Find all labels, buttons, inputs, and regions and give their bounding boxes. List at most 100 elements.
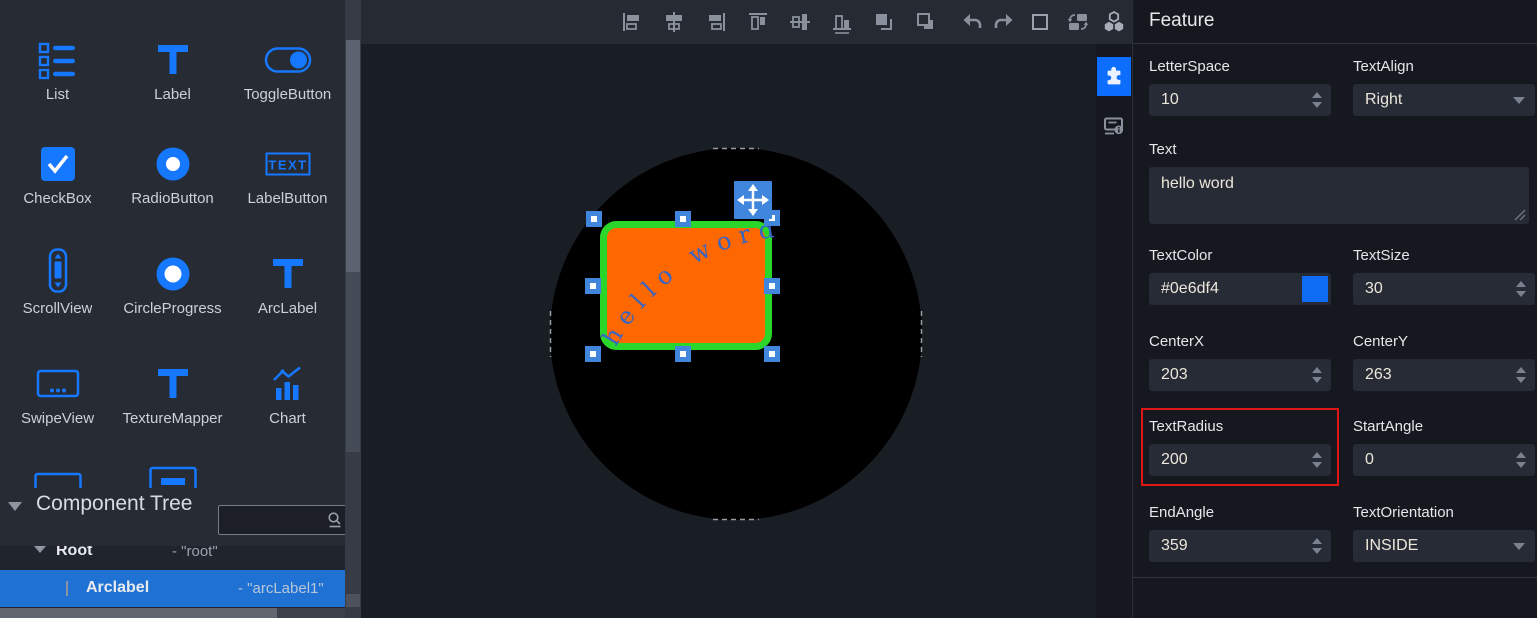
resize-grip-icon[interactable] xyxy=(1514,209,1526,221)
field-endangle: EndAngle xyxy=(1149,504,1331,562)
palette-item-chart[interactable]: Chart xyxy=(230,358,345,427)
node-graph-button[interactable] xyxy=(1096,0,1132,44)
endangle-stepper[interactable] xyxy=(1312,538,1322,554)
centery-input[interactable] xyxy=(1353,359,1535,391)
palette-item-scrollview[interactable]: ScrollView xyxy=(0,248,115,317)
selection-frame-icon[interactable] xyxy=(1028,10,1052,34)
centerx-input[interactable] xyxy=(1149,359,1331,391)
labelbutton-icon-text: TEXT xyxy=(268,158,307,173)
tree-scrollbar-thumb[interactable] xyxy=(346,594,360,607)
endangle-label: EndAngle xyxy=(1149,504,1331,521)
tree-hscrollbar-track xyxy=(0,608,345,618)
textsize-input[interactable] xyxy=(1353,273,1535,305)
field-startangle: StartAngle xyxy=(1353,418,1535,476)
bring-forward-icon[interactable] xyxy=(872,10,896,34)
undo-icon[interactable] xyxy=(960,10,984,34)
field-textalign: TextAlign Right xyxy=(1353,58,1535,116)
node-graph-icon xyxy=(1102,10,1126,34)
field-centerx: CenterX xyxy=(1149,333,1331,391)
canvas-toolbar xyxy=(361,0,1096,44)
feature-panel-title: Feature xyxy=(1149,10,1214,32)
tree-indent-bar xyxy=(66,581,68,596)
textalign-value: Right xyxy=(1365,91,1402,109)
textradius-label: TextRadius xyxy=(1149,418,1331,435)
swap-order-icon[interactable] xyxy=(1066,10,1090,34)
startangle-stepper[interactable] xyxy=(1516,452,1526,468)
palette-item-label: RadioButton xyxy=(131,190,214,207)
text-label: Text xyxy=(1149,141,1529,158)
align-vertical-center-icon[interactable] xyxy=(788,10,812,34)
palette-item-list[interactable]: List xyxy=(0,34,115,103)
textorientation-value: INSIDE xyxy=(1365,537,1418,555)
startangle-input[interactable] xyxy=(1353,444,1535,476)
scrollbar-segment xyxy=(346,272,360,452)
radio-icon xyxy=(153,138,193,184)
textcolor-label: TextColor xyxy=(1149,247,1331,264)
tree-row-arclabel[interactable]: Arclabel - "arcLabel1" xyxy=(0,570,345,607)
chevron-down-icon xyxy=(1513,97,1525,104)
palette-item-label: TextureMapper xyxy=(122,410,222,427)
tree-search-box xyxy=(218,505,345,535)
palette-row-clipped xyxy=(0,466,345,488)
palette-item-label: SwipeView xyxy=(21,410,94,427)
textradius-input[interactable] xyxy=(1149,444,1331,476)
palette-scrollbar-thumb[interactable] xyxy=(346,40,360,272)
tree-row-name: Arclabel xyxy=(86,579,149,597)
design-canvas[interactable] xyxy=(361,44,1096,618)
labelbutton-icon: TEXT xyxy=(265,138,311,184)
align-right-icon[interactable] xyxy=(704,10,728,34)
arclabel-icon xyxy=(268,248,308,294)
tree-hscrollbar-thumb[interactable] xyxy=(0,608,277,618)
text-textarea[interactable]: hello word xyxy=(1149,167,1529,224)
palette-item-arclabel[interactable]: ArcLabel xyxy=(230,248,345,317)
letterspace-stepper[interactable] xyxy=(1312,92,1322,108)
palette-item-label[interactable]: Label xyxy=(115,34,230,103)
palette-item-texturemapper[interactable]: TextureMapper xyxy=(115,358,230,427)
centery-input-box xyxy=(1353,359,1535,391)
textsize-label: TextSize xyxy=(1353,247,1535,264)
field-textsize: TextSize xyxy=(1353,247,1535,305)
palette-item-clipped[interactable] xyxy=(115,466,230,488)
textradius-stepper[interactable] xyxy=(1312,452,1322,468)
chevron-down-icon xyxy=(34,546,46,553)
startangle-input-box xyxy=(1353,444,1535,476)
letterspace-input[interactable] xyxy=(1149,84,1331,116)
search-icon[interactable] xyxy=(325,510,345,530)
centery-stepper[interactable] xyxy=(1516,367,1526,383)
palette-row: CheckBox RadioButton TEXT LabelButton xyxy=(0,138,345,207)
property-info-button[interactable] xyxy=(1102,113,1126,137)
palette-item-togglebutton[interactable]: ToggleButton xyxy=(230,34,345,103)
tree-row-suffix: - "arcLabel1" xyxy=(238,580,324,597)
palette-item-circleprogress[interactable]: CircleProgress xyxy=(115,248,230,317)
align-top-icon[interactable] xyxy=(746,10,770,34)
redo-icon[interactable] xyxy=(992,10,1016,34)
plugin-panel-button[interactable] xyxy=(1097,57,1131,96)
textalign-select[interactable]: Right xyxy=(1353,84,1535,116)
feature-panel: Feature LetterSpace TextAlign Right Text… xyxy=(1132,0,1537,618)
centerx-stepper[interactable] xyxy=(1312,367,1322,383)
palette-item-clipped[interactable] xyxy=(0,466,115,488)
textsize-stepper[interactable] xyxy=(1516,281,1526,297)
component-tree-header: Component Tree xyxy=(0,488,345,546)
field-textorientation: TextOrientation INSIDE xyxy=(1353,504,1535,562)
endangle-input[interactable] xyxy=(1149,530,1331,562)
tree-search-input[interactable] xyxy=(219,512,325,528)
checkbox-icon xyxy=(38,138,78,184)
send-backward-icon[interactable] xyxy=(914,10,938,34)
align-left-icon[interactable] xyxy=(620,10,644,34)
palette-item-labelbutton[interactable]: TEXT LabelButton xyxy=(230,138,345,207)
swipeview-icon xyxy=(36,358,80,404)
collapse-triangle-icon[interactable] xyxy=(8,502,22,511)
endangle-input-box xyxy=(1149,530,1331,562)
list-icon xyxy=(37,34,79,80)
palette-item-label: ScrollView xyxy=(23,300,93,317)
color-swatch[interactable] xyxy=(1302,276,1328,302)
palette-row: SwipeView TextureMapper Chart xyxy=(0,358,345,427)
align-bottom-icon[interactable] xyxy=(830,10,854,34)
palette-item-radiobutton[interactable]: RadioButton xyxy=(115,138,230,207)
palette-row: List Label ToggleButton xyxy=(0,34,345,103)
palette-item-checkbox[interactable]: CheckBox xyxy=(0,138,115,207)
palette-item-swipeview[interactable]: SwipeView xyxy=(0,358,115,427)
align-horizontal-center-icon[interactable] xyxy=(662,10,686,34)
textorientation-select[interactable]: INSIDE xyxy=(1353,530,1535,562)
